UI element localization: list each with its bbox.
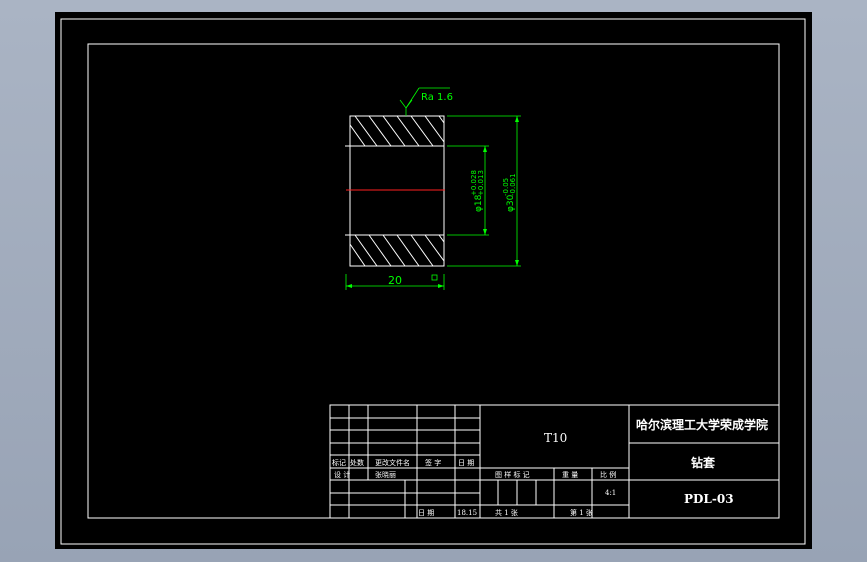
hdr-sign: 签 字 (425, 458, 441, 467)
scale-value: 4:1 (605, 489, 616, 497)
roughness-label: Ra 1.6 (421, 92, 453, 103)
part-outline (349, 115, 445, 267)
school-name: 哈尔滨理工大学荣成学院 (636, 417, 768, 432)
sheets-total: 共 1 张 (495, 508, 518, 517)
designer-name: 张晓丽 (375, 470, 396, 479)
sheet-number: 第 1 张 (570, 508, 593, 517)
material-label: T10 (544, 431, 567, 445)
title-block: 标记 处数 更改文件名 签 字 日 期 设 计 张晓丽 日 期 18.15 T1… (329, 404, 780, 519)
hdr-date: 日 期 (458, 459, 474, 467)
hdr-drawing-mark: 图 样 标 记 (495, 470, 530, 479)
inner-dim-tol-lower: +0.013 (477, 170, 485, 196)
cad-viewport[interactable]: Ra 1.6 20 φ18 +0.028 +0.013 φ30 -0.05 -0… (55, 12, 812, 549)
outer-dim-label: φ30 (506, 194, 516, 212)
drawing-canvas: Ra 1.6 20 φ18 +0.028 +0.013 φ30 -0.05 -0… (60, 18, 806, 545)
date-value: 18.15 (457, 509, 477, 517)
bushing-section-view (345, 115, 445, 267)
inner-dim-label: φ18 (474, 194, 484, 212)
hdr-scale: 比 例 (600, 470, 616, 479)
hdr-weight: 重 量 (562, 471, 578, 479)
inner-frame-border (87, 43, 780, 519)
hdr-count: 处数 (350, 458, 364, 467)
hatch-bottom (349, 234, 445, 267)
surface-roughness-symbol: Ra 1.6 (399, 87, 453, 116)
hatch-top (349, 115, 445, 147)
hdr-date2: 日 期 (418, 509, 434, 517)
hdr-design: 设 计 (334, 470, 350, 479)
outer-dim-tol-lower: -0.061 (509, 173, 517, 196)
inner-diameter-dimension: φ18 +0.028 +0.013 (447, 145, 489, 236)
length-dimension: 20 (345, 274, 445, 290)
hdr-mark: 标记 (332, 458, 346, 467)
drawing-number: PDL-03 (684, 492, 734, 506)
part-name: 钻套 (691, 455, 716, 470)
hdr-file: 更改文件名 (375, 458, 410, 467)
length-dim-label: 20 (388, 274, 402, 287)
